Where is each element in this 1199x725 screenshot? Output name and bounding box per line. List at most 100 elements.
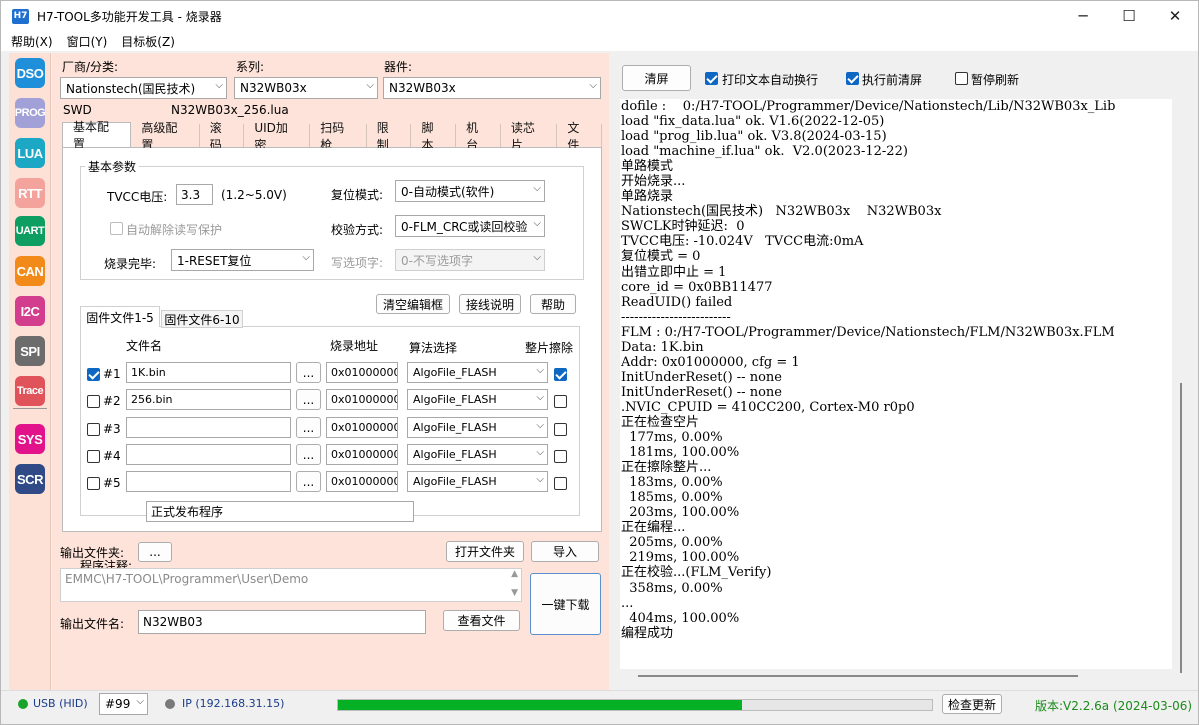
file-browse-button[interactable]: ... — [296, 444, 321, 465]
check-update-button[interactable]: 检查更新 — [942, 694, 1002, 714]
tab-3[interactable]: UID加密 — [244, 121, 311, 152]
sidebar-prog-button[interactable]: PROG — [15, 98, 46, 128]
full-erase-checkbox[interactable] — [554, 450, 567, 463]
open-folder-button[interactable]: 打开文件夹 — [446, 541, 524, 562]
series-select[interactable]: N32WB03x ⌵ — [234, 77, 378, 99]
vendor-select[interactable]: Nationstech(国民技术) ⌵ — [60, 77, 227, 99]
output-folder-browse-button[interactable]: ... — [138, 542, 172, 562]
console-output[interactable]: dofile : 0:/H7-TOOL/Programmer/Device/Na… — [620, 99, 1172, 669]
algorithm-select[interactable]: AlgoFile_FLASH ⌵ — [407, 417, 548, 438]
file-browse-button[interactable]: ... — [296, 471, 321, 492]
maximize-button[interactable]: ☐ — [1106, 1, 1152, 31]
file-browse-button[interactable]: ... — [296, 362, 321, 383]
sidebar-sys-button[interactable]: SYS — [15, 424, 45, 454]
help-button[interactable]: 帮助 — [530, 294, 576, 314]
scroll-down-icon[interactable]: ▼ — [511, 588, 518, 598]
scroll-thumb[interactable] — [1180, 383, 1182, 673]
tab-8[interactable]: 读芯片 — [501, 121, 558, 152]
pause-refresh-checkbox[interactable] — [955, 72, 968, 85]
scroll-up-icon[interactable]: ▲ — [511, 569, 518, 579]
file-name-input[interactable] — [126, 471, 291, 492]
done-select[interactable]: 1-RESET复位 ⌵ — [171, 249, 314, 271]
tab-6[interactable]: 脚本 — [411, 121, 457, 152]
auto-unprotect-checkbox[interactable] — [110, 222, 123, 235]
sidebar-dso-button[interactable]: DSO — [15, 58, 45, 88]
tab-7[interactable]: 机台 — [456, 121, 501, 152]
menu-window[interactable]: 窗口(Y) — [67, 33, 108, 50]
file-enable-checkbox[interactable] — [87, 395, 100, 408]
clear-screen-button[interactable]: 清屏 — [622, 65, 691, 91]
sidebar-spi-button[interactable]: SPI — [15, 336, 45, 366]
file-enable-checkbox[interactable] — [87, 450, 100, 463]
algorithm-select[interactable]: AlgoFile_FLASH ⌵ — [407, 471, 548, 492]
verify-select[interactable]: 0-FLM_CRC或读回校验 ⌵ — [395, 215, 545, 237]
one-click-download-button[interactable]: 一键下载 — [530, 573, 601, 635]
algorithm-value: AlgoFile_FLASH — [413, 448, 497, 461]
address-input[interactable]: 0x01000000 — [326, 471, 398, 492]
sidebar-uart-button[interactable]: UART — [15, 216, 45, 246]
full-erase-checkbox[interactable] — [554, 423, 567, 436]
file-name-input[interactable] — [126, 417, 291, 438]
tab-4[interactable]: 扫码枪 — [310, 121, 367, 152]
device-number-select[interactable]: #99 ⌵ — [99, 693, 148, 715]
tab-9[interactable]: 文件 — [557, 121, 602, 152]
console-horizontal-scrollbar[interactable] — [620, 671, 1172, 681]
sidebar-lua-button[interactable]: LUA — [15, 138, 45, 168]
sidebar-scr-button[interactable]: SCR — [15, 464, 45, 494]
full-erase-checkbox[interactable] — [554, 477, 567, 490]
scroll-thumb[interactable] — [638, 675, 1078, 677]
menu-help[interactable]: 帮助(X) — [11, 33, 53, 50]
console-line: 出错立即中止 = 1 — [621, 264, 727, 280]
algorithm-select[interactable]: AlgoFile_FLASH ⌵ — [407, 444, 548, 465]
tvcc-input[interactable]: 3.3 — [176, 184, 213, 205]
device-select[interactable]: N32WB03x ⌵ — [383, 77, 601, 99]
address-input[interactable]: 0x01000000 — [326, 389, 398, 410]
file-index: #3 — [103, 422, 121, 436]
col-file-name: 文件名 — [126, 339, 163, 353]
sidebar-trace-button[interactable]: Trace — [15, 376, 45, 406]
option-byte-select[interactable]: 0-不写选项字 ⌵ — [395, 249, 545, 271]
full-erase-checkbox[interactable] — [554, 395, 567, 408]
file-name-input[interactable]: 256.bin — [126, 389, 291, 410]
tab-files-1-5[interactable]: 固件文件1-5 — [80, 306, 160, 327]
algorithm-select[interactable]: AlgoFile_FLASH ⌵ — [407, 362, 548, 383]
output-name-input[interactable]: N32WB03 — [138, 610, 426, 634]
auto-wrap-checkbox[interactable] — [705, 72, 718, 85]
wiring-guide-button[interactable]: 接线说明 — [459, 294, 521, 314]
output-path-box[interactable]: EMMC\H7-TOOL\Programmer\User\Demo ▲ ▼ — [60, 568, 522, 602]
algorithm-select[interactable]: AlgoFile_FLASH ⌵ — [407, 389, 548, 410]
console-line: 181ms, 100.00% — [621, 445, 740, 461]
address-input[interactable]: 0x01000000 — [326, 444, 398, 465]
menu-target[interactable]: 目标板(Z) — [121, 33, 175, 50]
file-enable-checkbox[interactable] — [87, 368, 100, 381]
chevron-down-icon: ⌵ — [366, 80, 374, 91]
clear-editor-button[interactable]: 清空编辑框 — [376, 294, 450, 314]
file-name-input[interactable]: 1K.bin — [126, 362, 291, 383]
comment-input[interactable]: 正式发布程序 — [146, 501, 414, 522]
file-browse-button[interactable]: ... — [296, 389, 321, 410]
tab-2[interactable]: 滚码 — [200, 121, 245, 152]
file-name-input[interactable] — [126, 444, 291, 465]
config-panel: 厂商/分类: 系列: 器件: Nationstech(国民技术) ⌵ N32WB0… — [52, 53, 609, 690]
clear-before-run-checkbox[interactable] — [846, 72, 859, 85]
tab-files-6-10[interactable]: 固件文件6-10 — [161, 310, 243, 328]
tab-1[interactable]: 高级配置 — [131, 121, 200, 152]
full-erase-checkbox[interactable] — [554, 368, 567, 381]
view-file-button[interactable]: 查看文件 — [443, 610, 520, 631]
address-input[interactable]: 0x01000000 — [326, 362, 398, 383]
file-enable-checkbox[interactable] — [87, 477, 100, 490]
file-browse-button[interactable]: ... — [296, 417, 321, 438]
tab-0[interactable]: 基本配置 — [62, 120, 132, 151]
minimize-button[interactable]: ─ — [1060, 1, 1106, 31]
reset-mode-select[interactable]: 0-自动模式(软件) ⌵ — [395, 180, 545, 202]
close-button[interactable]: ✕ — [1152, 1, 1198, 31]
sidebar-can-button[interactable]: CAN — [15, 256, 45, 286]
console-vertical-scrollbar[interactable] — [1176, 99, 1186, 673]
address-input[interactable]: 0x01000000 — [326, 417, 398, 438]
sidebar-i2c-button[interactable]: I2C — [15, 296, 45, 326]
sidebar-rtt-button[interactable]: RTT — [15, 178, 45, 208]
import-button[interactable]: 导入 — [531, 541, 599, 562]
tab-5[interactable]: 限制 — [367, 121, 412, 152]
file-enable-checkbox[interactable] — [87, 423, 100, 436]
progress-fill — [338, 700, 742, 710]
